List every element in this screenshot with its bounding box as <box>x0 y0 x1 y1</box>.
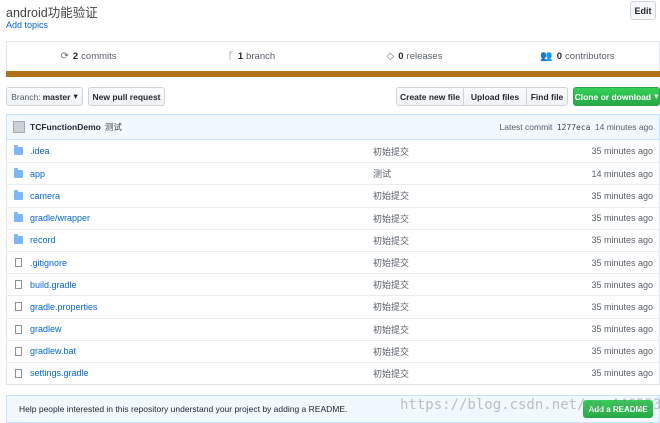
file-age: 14 minutes ago <box>591 168 653 179</box>
file-name-link[interactable]: .gitignore <box>30 258 373 268</box>
file-name-link[interactable]: camera <box>30 191 373 201</box>
table-row: gradlew.bat 初始提交 35 minutes ago <box>7 339 659 362</box>
commit-message-link[interactable]: 初始提交 <box>373 323 591 336</box>
file-name-link[interactable]: gradle/wrapper <box>30 213 373 223</box>
commit-message-link[interactable]: 测试 <box>373 167 591 180</box>
releases-stat[interactable]: ◇ 0 releases <box>333 51 496 62</box>
file-age: 35 minutes ago <box>591 235 653 246</box>
file-age: 35 minutes ago <box>591 146 653 157</box>
table-row: build.gradle 初始提交 35 minutes ago <box>7 273 659 295</box>
file-age: 35 minutes ago <box>591 257 653 268</box>
commit-sha[interactable]: 1277eca <box>557 123 591 132</box>
file-name-link[interactable]: gradlew <box>30 324 373 334</box>
file-age: 35 minutes ago <box>591 279 653 290</box>
commit-message-link[interactable]: 初始提交 <box>373 212 591 225</box>
repo-title: android功能验证 <box>6 6 98 20</box>
upload-files-button[interactable]: Upload files <box>463 87 527 106</box>
tag-icon: ◇ <box>386 51 395 62</box>
file-name-link[interactable]: settings.gradle <box>30 368 373 378</box>
add-topics-link[interactable]: Add topics <box>6 20 48 30</box>
add-readme-button[interactable]: Add a README <box>583 400 653 418</box>
table-row: settings.gradle 初始提交 35 minutes ago <box>7 361 659 384</box>
people-icon: 👥 <box>540 51 553 62</box>
file-name-link[interactable]: build.gradle <box>30 280 373 290</box>
readme-prompt: Help people interested in this repositor… <box>6 395 660 423</box>
file-icon <box>15 258 22 268</box>
commit-message-link[interactable]: 初始提交 <box>373 145 591 158</box>
table-row: gradle/wrapper 初始提交 35 minutes ago <box>7 206 659 229</box>
caret-down-icon: ▾ <box>654 91 659 101</box>
file-icon <box>15 324 22 334</box>
contributors-stat[interactable]: 👥 0 contributors <box>496 51 659 62</box>
file-icon <box>15 280 22 290</box>
file-name-link[interactable]: record <box>30 235 373 245</box>
table-row: app 测试 14 minutes ago <box>7 162 659 184</box>
file-name-link[interactable]: gradlew.bat <box>30 346 373 356</box>
commit-message[interactable]: 测试 <box>105 121 122 133</box>
branch-select-button[interactable]: Branch: master ▾ <box>6 87 83 106</box>
commits-stat[interactable]: ⟳ 2 commits <box>7 51 170 62</box>
table-row: camera 初始提交 35 minutes ago <box>7 184 659 206</box>
folder-icon <box>14 167 23 178</box>
table-row: .idea 初始提交 35 minutes ago <box>7 140 659 162</box>
commit-message-link[interactable]: 初始提交 <box>373 300 591 313</box>
commit-message-link[interactable]: 初始提交 <box>373 345 591 358</box>
branch-icon: ᚴ <box>227 51 234 62</box>
commit-message-link[interactable]: 初始提交 <box>373 189 591 202</box>
find-file-button[interactable]: Find file <box>526 87 568 106</box>
folder-icon <box>14 212 23 223</box>
table-row: record 初始提交 35 minutes ago <box>7 228 659 251</box>
caret-down-icon: ▾ <box>73 91 78 101</box>
folder-icon <box>14 145 23 156</box>
file-icon <box>15 368 22 378</box>
create-new-file-button[interactable]: Create new file <box>396 87 464 106</box>
avatar[interactable] <box>13 121 25 133</box>
edit-button[interactable]: Edit <box>630 1 656 20</box>
repo-summary: ⟳ 2 commits ᚴ 1 branch ◇ 0 releases 👥 0 … <box>6 41 660 71</box>
commit-message-link[interactable]: 初始提交 <box>373 278 591 291</box>
file-age: 35 minutes ago <box>591 190 653 201</box>
file-name-link[interactable]: gradle.properties <box>30 302 373 312</box>
clone-download-button[interactable]: Clone or download ▾ <box>573 87 660 106</box>
branches-stat[interactable]: ᚴ 1 branch <box>170 51 333 62</box>
latest-commit-bar: TCFunctionDemo 测试 Latest commit 1277eca … <box>6 114 660 140</box>
commit-meta: Latest commit 1277eca 14 minutes ago <box>499 122 654 132</box>
file-icon <box>15 346 22 356</box>
file-age: 35 minutes ago <box>591 368 653 379</box>
file-name-link[interactable]: .idea <box>30 146 373 156</box>
readme-prompt-text: Help people interested in this repositor… <box>19 404 348 414</box>
language-bar[interactable] <box>6 71 660 77</box>
file-list: .idea 初始提交 35 minutes ago app 测试 14 minu… <box>6 140 660 386</box>
file-age: 35 minutes ago <box>591 213 653 224</box>
new-pull-request-button[interactable]: New pull request <box>88 87 165 106</box>
commit-author[interactable]: TCFunctionDemo <box>30 122 101 132</box>
commit-message-link[interactable]: 初始提交 <box>373 367 591 380</box>
commit-message-link[interactable]: 初始提交 <box>373 234 591 247</box>
folder-icon <box>14 234 23 245</box>
file-name-link[interactable]: app <box>30 169 373 179</box>
file-age: 35 minutes ago <box>591 301 653 312</box>
table-row: .gitignore 初始提交 35 minutes ago <box>7 250 659 273</box>
file-age: 35 minutes ago <box>591 346 653 357</box>
table-row: gradle.properties 初始提交 35 minutes ago <box>7 295 659 317</box>
folder-icon <box>14 189 23 200</box>
file-icon <box>15 302 22 312</box>
file-age: 35 minutes ago <box>591 324 653 335</box>
commit-message-link[interactable]: 初始提交 <box>373 256 591 269</box>
history-icon: ⟳ <box>60 51 69 62</box>
table-row: gradlew 初始提交 35 minutes ago <box>7 317 659 340</box>
